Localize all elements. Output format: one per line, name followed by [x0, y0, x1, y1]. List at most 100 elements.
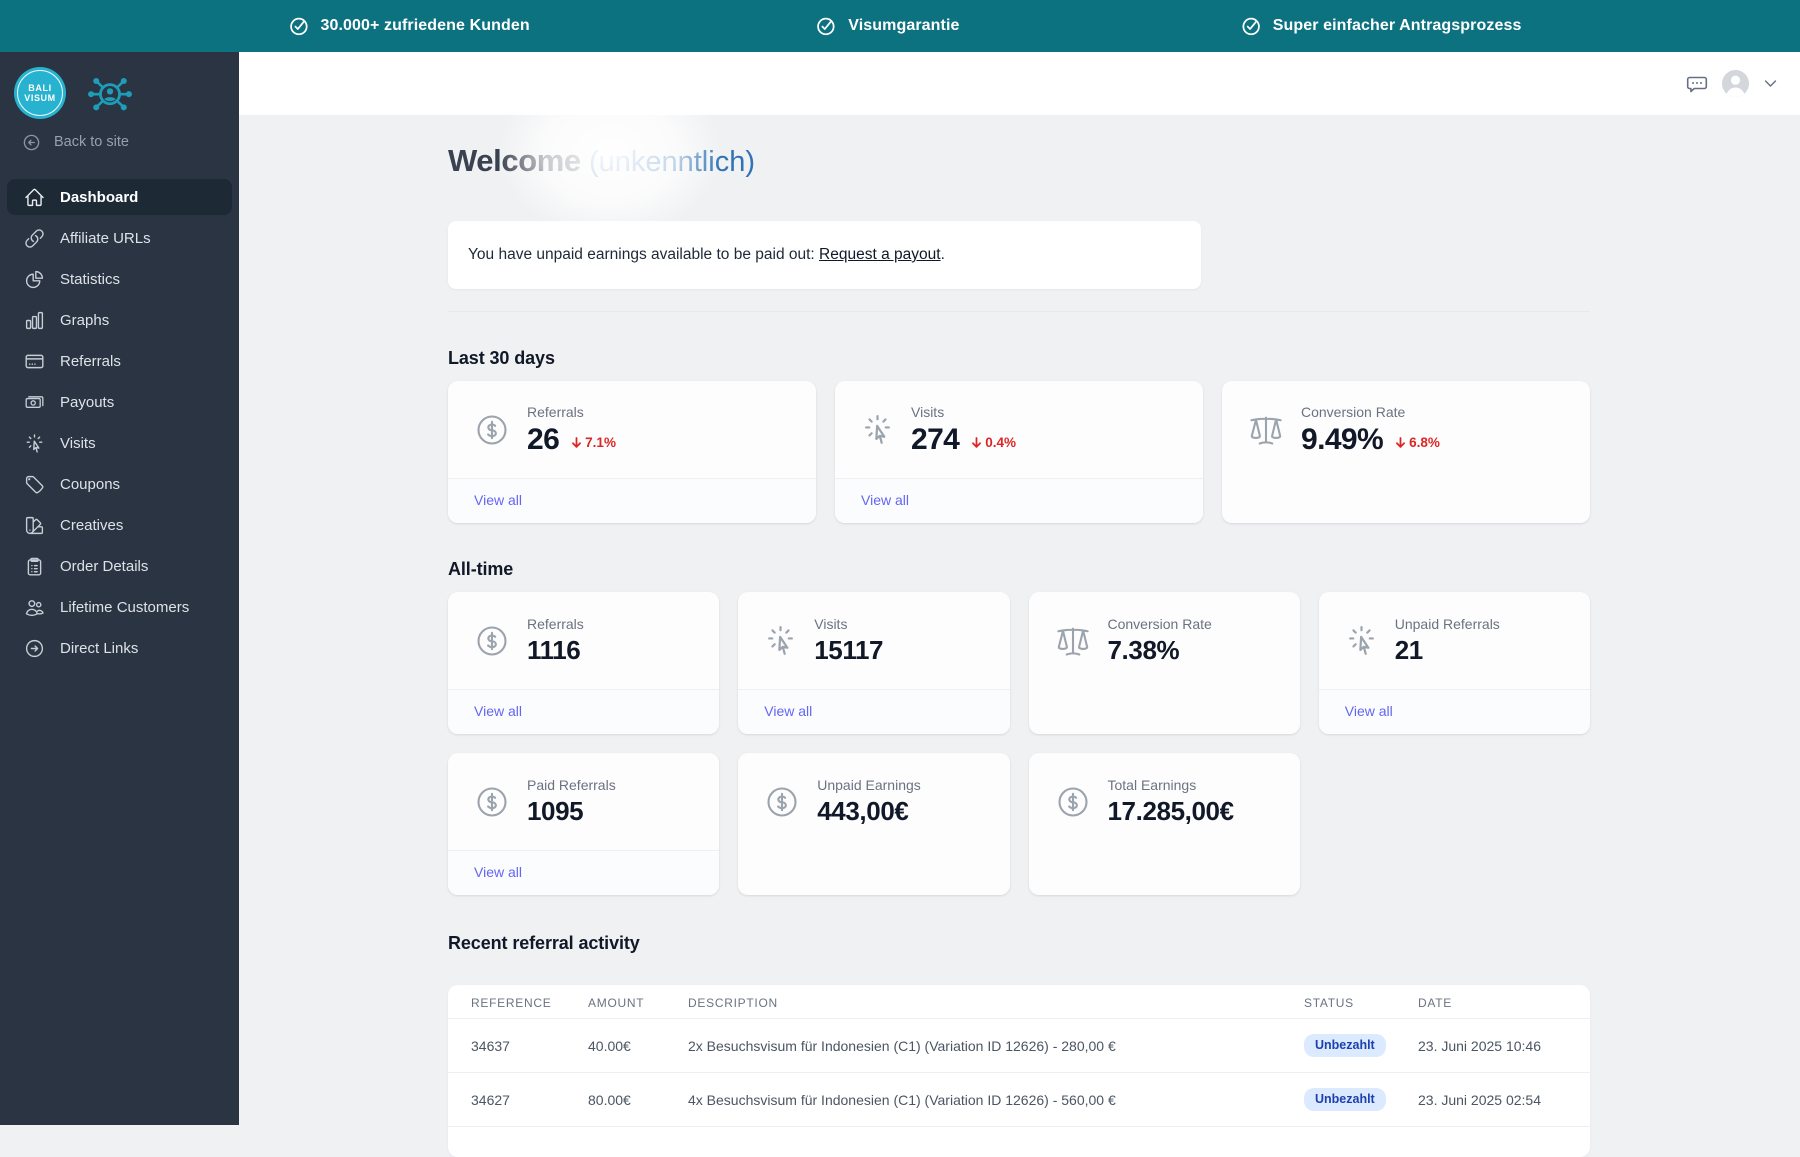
request-payout-link[interactable]: Request a payout: [819, 246, 941, 263]
chevron-down-icon: [1762, 75, 1779, 92]
status-badge: Unbezahlt: [1304, 1034, 1386, 1057]
stat-card-paid-referrals: Paid Referrals 1095 View all: [448, 753, 719, 895]
last-30-days-cards: Referrals 26 7.1% View all: [448, 381, 1590, 523]
section-heading-last-30-days: Last 30 days: [448, 348, 1590, 369]
announcement-bar: 30.000+ zufriedene Kunden Visumgarantie …: [0, 0, 1800, 52]
arrow-right-circle-icon: [24, 638, 45, 659]
sidebar-item-lifetime-customers[interactable]: Lifetime Customers: [7, 589, 232, 625]
sidebar-item-referrals[interactable]: Referrals: [7, 343, 232, 379]
announcement-text: 30.000+ zufriedene Kunden: [320, 17, 529, 35]
stat-label: Referrals: [527, 616, 584, 632]
link-icon: [24, 228, 45, 249]
stat-change-negative: 6.8%: [1393, 435, 1440, 450]
brand-logo: BALI VISUM: [14, 67, 66, 119]
all-time-cards-row1: Referrals 1116 View all Visits 15117: [448, 592, 1590, 734]
scale-icon: [1055, 623, 1091, 659]
currency-dollar-icon: [474, 412, 510, 448]
table-row: 34637 40.00€ 2x Besuchsvisum für Indones…: [448, 1019, 1590, 1073]
sidebar-nav: Dashboard Affiliate URLs Statistics Grap…: [0, 179, 239, 666]
table-header-row: Reference Amount Description Status Date: [448, 985, 1590, 1019]
stat-card-referrals-alltime: Referrals 1116 View all: [448, 592, 719, 734]
cell-amount: 80.00€: [588, 1073, 688, 1127]
feedback-chat-button[interactable]: [1685, 72, 1709, 96]
view-all-link[interactable]: View all: [474, 492, 522, 508]
table-row: 34627 80.00€ 4x Besuchsvisum für Indones…: [448, 1073, 1590, 1127]
stat-value: 26: [527, 423, 559, 456]
announcement-benefit: Super einfacher Antragsprozess: [1240, 0, 1522, 52]
swatch-icon: [24, 515, 45, 536]
announcement-text: Visumgarantie: [848, 17, 959, 35]
cell-amount: 40.00€: [588, 1019, 688, 1073]
sidebar-item-dashboard[interactable]: Dashboard: [7, 179, 232, 215]
stat-card-unpaid-earnings: Unpaid Earnings 443,00€: [738, 753, 1009, 895]
clipboard-icon: [24, 556, 45, 577]
payout-notice: You have unpaid earnings available to be…: [448, 221, 1201, 289]
tag-icon: [24, 474, 45, 495]
stat-label: Paid Referrals: [527, 777, 616, 793]
stat-value: 274: [911, 423, 959, 456]
stat-value: 1116: [527, 635, 580, 665]
stat-label: Visits: [814, 616, 883, 632]
cell-date: 23. Juni 2025 10:46: [1418, 1019, 1590, 1073]
arrow-down-icon: [969, 435, 984, 450]
sidebar-item-graphs[interactable]: Graphs: [7, 302, 232, 338]
column-header-status: Status: [1304, 985, 1418, 1019]
sidebar-item-statistics[interactable]: Statistics: [7, 261, 232, 297]
status-badge: Unbezahlt: [1304, 1088, 1386, 1111]
currency-dollar-icon: [1055, 784, 1091, 820]
logo-text-line2: VISUM: [24, 93, 56, 104]
view-all-link[interactable]: View all: [861, 492, 909, 508]
view-all-link[interactable]: View all: [1345, 703, 1393, 719]
sidebar-item-visits[interactable]: Visits: [7, 425, 232, 461]
home-icon: [24, 187, 45, 208]
stat-card-conversion-rate-alltime: Conversion Rate 7.38%: [1029, 592, 1300, 734]
sidebar-item-creatives[interactable]: Creatives: [7, 507, 232, 543]
bar-chart-icon: [24, 310, 45, 331]
view-all-link[interactable]: View all: [474, 703, 522, 719]
cursor-click-icon: [1345, 624, 1378, 657]
sidebar-item-order-details[interactable]: Order Details: [7, 548, 232, 584]
section-divider: [448, 311, 1590, 312]
view-all-link[interactable]: View all: [474, 864, 522, 880]
user-avatar[interactable]: [1722, 70, 1749, 97]
arrow-down-icon: [569, 435, 584, 450]
table-row-partial: [448, 1127, 1590, 1157]
welcome-text: Welcome: [448, 143, 581, 178]
column-header-date: Date: [1418, 985, 1590, 1019]
column-header-amount: Amount: [588, 985, 688, 1019]
check-circle-icon: [1240, 15, 1262, 37]
stat-value: 17.285,00€: [1108, 796, 1234, 826]
brand-area: BALI VISUM: [14, 65, 225, 121]
stat-card-total-earnings: Total Earnings 17.285,00€: [1029, 753, 1300, 895]
column-header-reference: Reference: [448, 985, 588, 1019]
stat-change-negative: 7.1%: [569, 435, 616, 450]
column-header-description: Description: [688, 985, 1304, 1019]
currency-dollar-icon: [764, 784, 800, 820]
arrow-down-icon: [1393, 435, 1408, 450]
affiliate-network-icon: [82, 65, 138, 121]
credit-card-icon: [24, 351, 45, 372]
sidebar-item-direct-links[interactable]: Direct Links: [7, 630, 232, 666]
all-time-cards-row2: Paid Referrals 1095 View all Unpaid Earn…: [448, 753, 1590, 895]
stat-card-visits-alltime: Visits 15117 View all: [738, 592, 1009, 734]
users-icon: [24, 597, 45, 618]
arrow-left-circle-icon: [22, 133, 41, 152]
view-all-link[interactable]: View all: [764, 703, 812, 719]
stat-label: Referrals: [527, 404, 616, 420]
cell-description: 2x Besuchsvisum für Indonesien (C1) (Var…: [688, 1019, 1304, 1073]
banknotes-icon: [24, 392, 45, 413]
sidebar-item-affiliate-urls[interactable]: Affiliate URLs: [7, 220, 232, 256]
stat-value: 443,00€: [817, 796, 908, 826]
stat-card-conversion-rate-30d: Conversion Rate 9.49% 6.8%: [1222, 381, 1590, 523]
stat-value: 9.49%: [1301, 423, 1383, 456]
chat-bubble-icon: [1685, 72, 1709, 96]
sidebar-item-payouts[interactable]: Payouts: [7, 384, 232, 420]
cell-reference: 34627: [448, 1073, 588, 1127]
payout-notice-text: You have unpaid earnings available to be…: [468, 246, 815, 263]
back-to-site-link[interactable]: Back to site: [22, 131, 225, 153]
avatar-placeholder-icon: [1722, 70, 1749, 97]
logo-text-line1: BALI: [28, 83, 51, 94]
stat-label: Conversion Rate: [1301, 404, 1440, 420]
account-menu-toggle[interactable]: [1762, 75, 1779, 92]
sidebar-item-coupons[interactable]: Coupons: [7, 466, 232, 502]
